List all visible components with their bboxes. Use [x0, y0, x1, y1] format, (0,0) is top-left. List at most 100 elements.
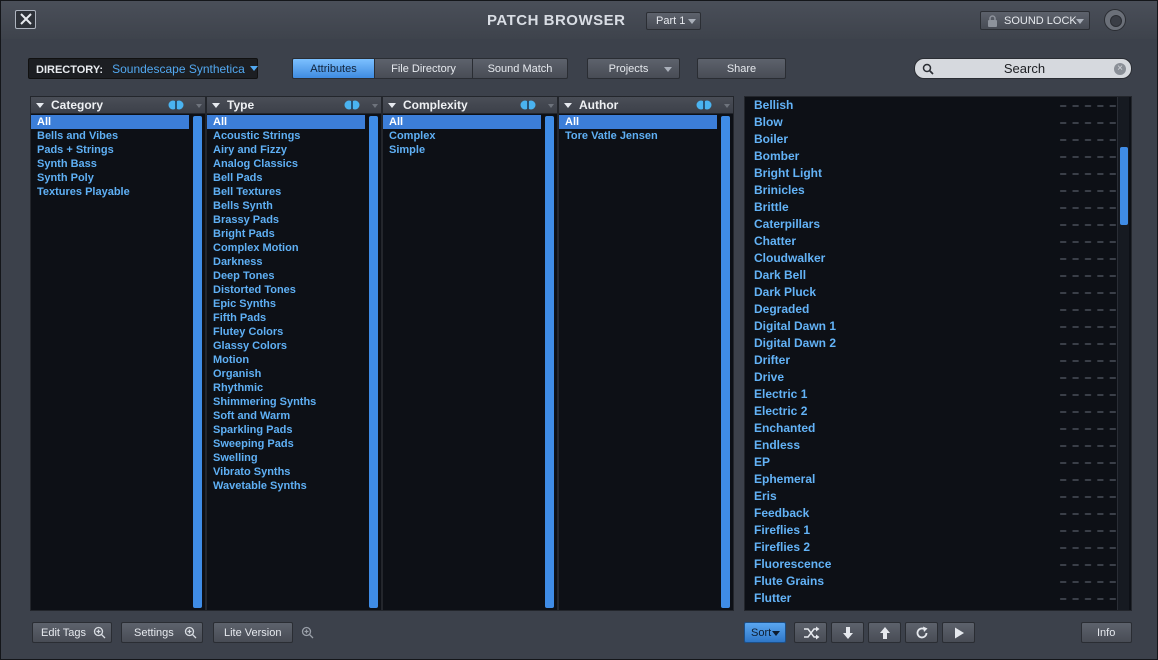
directory-select[interactable]: DIRECTORY: Soundescape Synthetica	[28, 58, 258, 79]
scrollbar[interactable]	[545, 116, 554, 608]
list-item[interactable]: Bright Pads	[207, 227, 365, 241]
list-item[interactable]: All	[31, 115, 189, 129]
patch-item[interactable]: Ephemeral	[745, 471, 1131, 488]
results-scrollbar[interactable]	[1117, 97, 1129, 610]
play-button[interactable]	[942, 622, 975, 643]
rating-dots[interactable]	[1057, 513, 1119, 515]
projects-button[interactable]: Projects	[587, 58, 680, 79]
rating-dots[interactable]	[1057, 156, 1119, 158]
scrollbar[interactable]	[193, 116, 202, 608]
list-item[interactable]: Bells Synth	[207, 199, 365, 213]
patch-item[interactable]: Bright Light	[745, 165, 1131, 182]
author-header[interactable]: Author	[559, 97, 733, 114]
patch-item[interactable]: Dark Pluck	[745, 284, 1131, 301]
patch-item[interactable]: Fireflies 1	[745, 522, 1131, 539]
chevron-down-icon[interactable]	[372, 104, 378, 108]
list-item[interactable]: Simple	[383, 143, 541, 157]
link-toggle-icon[interactable]	[696, 100, 712, 110]
scrollbar[interactable]	[721, 116, 730, 608]
patch-item[interactable]: Brittle	[745, 199, 1131, 216]
patch-item[interactable]: Drifter	[745, 352, 1131, 369]
list-item[interactable]: Epic Synths	[207, 297, 365, 311]
refresh-button[interactable]	[905, 622, 938, 643]
list-item[interactable]: Sparkling Pads	[207, 423, 365, 437]
chevron-down-icon[interactable]	[196, 104, 202, 108]
chevron-down-icon[interactable]	[724, 104, 730, 108]
patch-item[interactable]: Brinicles	[745, 182, 1131, 199]
rating-dots[interactable]	[1057, 394, 1119, 396]
rating-dots[interactable]	[1057, 581, 1119, 583]
edit-tags-button[interactable]: Edit Tags	[32, 622, 112, 643]
link-toggle-icon[interactable]	[520, 100, 536, 110]
category-header[interactable]: Category	[31, 97, 205, 114]
rating-dots[interactable]	[1057, 377, 1119, 379]
shuffle-button[interactable]	[794, 622, 827, 643]
list-item[interactable]: Swelling	[207, 451, 365, 465]
list-item[interactable]: Flutey Colors	[207, 325, 365, 339]
patch-item[interactable]: Electric 1	[745, 386, 1131, 403]
rating-dots[interactable]	[1057, 241, 1119, 243]
patch-item[interactable]: Boiler	[745, 131, 1131, 148]
previous-up-button[interactable]	[868, 622, 901, 643]
rating-dots[interactable]	[1057, 530, 1119, 532]
list-item[interactable]: Complex	[383, 129, 541, 143]
rating-dots[interactable]	[1057, 292, 1119, 294]
collapse-triangle-icon[interactable]	[212, 103, 220, 108]
rating-dots[interactable]	[1057, 105, 1119, 107]
part-select[interactable]: Part 1	[646, 12, 701, 30]
list-item[interactable]: Sweeping Pads	[207, 437, 365, 451]
clear-search-icon[interactable]: ×	[1114, 63, 1126, 75]
list-item[interactable]: Soft and Warm	[207, 409, 365, 423]
scrollbar-thumb[interactable]	[1120, 147, 1128, 225]
patch-item[interactable]: Flute Grains	[745, 573, 1131, 590]
rating-dots[interactable]	[1057, 479, 1119, 481]
list-item[interactable]: Complex Motion	[207, 241, 365, 255]
tab-sound-match[interactable]: Sound Match	[472, 58, 568, 79]
patch-item[interactable]: Drive	[745, 369, 1131, 386]
scrollbar[interactable]	[369, 116, 378, 608]
list-item[interactable]: Brassy Pads	[207, 213, 365, 227]
list-item[interactable]: Wavetable Synths	[207, 479, 365, 493]
patch-item[interactable]: Eris	[745, 488, 1131, 505]
link-toggle-icon[interactable]	[344, 100, 360, 110]
sound-lock-select[interactable]: SOUND LOCK	[980, 11, 1090, 30]
rating-dots[interactable]	[1057, 343, 1119, 345]
list-item[interactable]: All	[559, 115, 717, 129]
list-item[interactable]: Glassy Colors	[207, 339, 365, 353]
rating-dots[interactable]	[1057, 411, 1119, 413]
list-item[interactable]: Pads + Strings	[31, 143, 189, 157]
list-item[interactable]: Shimmering Synths	[207, 395, 365, 409]
patch-item[interactable]: Blow	[745, 114, 1131, 131]
list-item[interactable]: Darkness	[207, 255, 365, 269]
rating-dots[interactable]	[1057, 564, 1119, 566]
complexity-header[interactable]: Complexity	[383, 97, 557, 114]
sort-button[interactable]: Sort	[744, 622, 786, 643]
list-item[interactable]: Synth Bass	[31, 157, 189, 171]
list-item[interactable]: Rhythmic	[207, 381, 365, 395]
list-item[interactable]: Tore Vatle Jensen	[559, 129, 717, 143]
patch-item[interactable]: Electric 2	[745, 403, 1131, 420]
list-item[interactable]: Deep Tones	[207, 269, 365, 283]
list-item[interactable]: Organish	[207, 367, 365, 381]
rating-dots[interactable]	[1057, 173, 1119, 175]
tab-attributes[interactable]: Attributes	[292, 58, 375, 79]
close-button[interactable]	[15, 10, 36, 29]
zoom-in-icon[interactable]	[301, 626, 314, 639]
list-item[interactable]: Bell Textures	[207, 185, 365, 199]
list-item[interactable]: Bells and Vibes	[31, 129, 189, 143]
patch-item[interactable]: Flutter	[745, 590, 1131, 607]
list-item[interactable]: Vibrato Synths	[207, 465, 365, 479]
list-item[interactable]: Fifth Pads	[207, 311, 365, 325]
collapse-triangle-icon[interactable]	[564, 103, 572, 108]
patch-item[interactable]: Enchanted	[745, 420, 1131, 437]
rating-dots[interactable]	[1057, 258, 1119, 260]
patch-item[interactable]: Endless	[745, 437, 1131, 454]
share-button[interactable]: Share	[697, 58, 786, 79]
collapse-triangle-icon[interactable]	[36, 103, 44, 108]
patch-item[interactable]: Digital Dawn 1	[745, 318, 1131, 335]
list-item[interactable]: Analog Classics	[207, 157, 365, 171]
list-item[interactable]: Airy and Fizzy	[207, 143, 365, 157]
tab-file-directory[interactable]: File Directory	[374, 58, 473, 79]
link-toggle-icon[interactable]	[168, 100, 184, 110]
rating-dots[interactable]	[1057, 326, 1119, 328]
